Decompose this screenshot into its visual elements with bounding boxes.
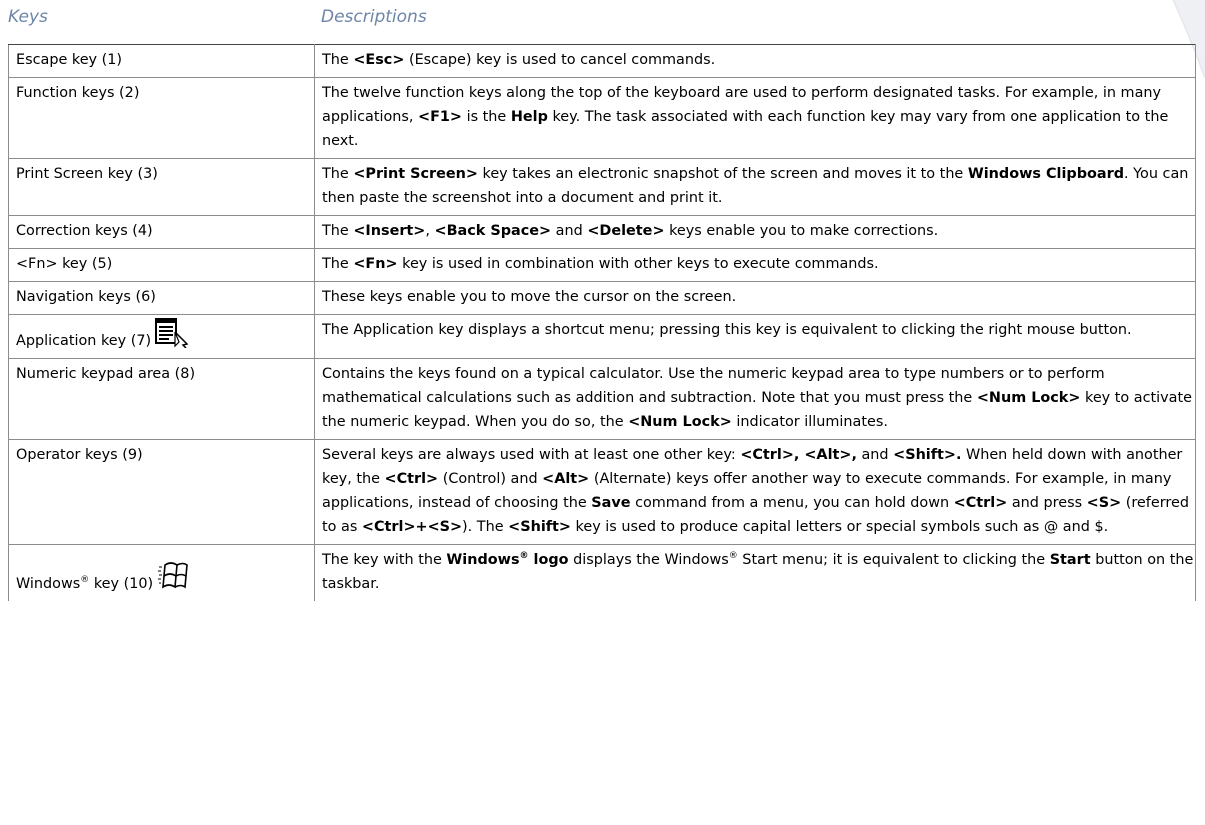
description-text: displays the Windows	[568, 552, 729, 568]
key-name: Correction keys (4)	[16, 223, 153, 239]
key-description-cell: The <Fn> key is used in combination with…	[314, 248, 1196, 282]
key-name: Windows	[16, 576, 81, 592]
description-text: The Application key displays a shortcut …	[322, 322, 1132, 338]
description-text: key takes an electronic snapshot of the …	[477, 166, 968, 182]
description-text: command from a menu, you can hold down	[630, 495, 954, 511]
description-text: The key with the	[322, 552, 447, 568]
windows-logo-icon	[158, 562, 188, 589]
bold-term: <S>	[1086, 495, 1122, 511]
key-name: Escape key (1)	[16, 52, 123, 68]
bold-term: <Delete>	[587, 223, 665, 239]
registered-mark: ®	[80, 575, 90, 586]
bold-term: <Print Screen>	[353, 166, 478, 182]
description-text: keys enable you to make corrections.	[664, 223, 939, 239]
table-row: Escape key (1) The <Esc> (Escape) key is …	[8, 44, 1196, 78]
key-name: Navigation keys (6)	[16, 289, 156, 305]
key-name: Function keys (2)	[16, 85, 140, 101]
table-row: Numeric keypad area (8) Contains the keys…	[8, 358, 1196, 440]
bold-term: <Esc>	[353, 52, 405, 68]
bold-term: <Ctrl>	[384, 471, 439, 487]
key-description-cell: These keys enable you to move the cursor…	[314, 281, 1196, 315]
description-text: The	[322, 52, 354, 68]
description-text: ). The	[462, 519, 509, 535]
key-name: Print Screen key (3)	[16, 166, 158, 182]
bold-term: <Num Lock>	[628, 414, 732, 430]
key-description-cell: Several keys are always used with at lea…	[314, 439, 1196, 545]
key-description-cell: The twelve function keys along the top o…	[314, 77, 1196, 159]
bold-term: Windows	[446, 552, 520, 568]
table-row: Print Screen key (3) The <Print Screen> k…	[8, 158, 1196, 216]
description-text: (Escape) key is used to cancel commands.	[404, 52, 716, 68]
description-text: The	[322, 166, 354, 182]
description-text: is the	[462, 109, 511, 125]
key-name: Application key (7)	[16, 333, 152, 349]
key-description-cell: The <Insert>, <Back Space> and <Delete> …	[314, 215, 1196, 249]
key-name-cell: Escape key (1)	[8, 44, 315, 78]
key-name-cell: Print Screen key (3)	[8, 158, 315, 216]
description-text: key is used in combination with other ke…	[397, 256, 879, 272]
bold-term: <Shift>.	[893, 447, 962, 463]
key-name-cell: Numeric keypad area (8)	[8, 358, 315, 440]
bold-term: <Shift>	[508, 519, 571, 535]
bold-term: <F1>	[418, 109, 462, 125]
description-text: The	[322, 256, 354, 272]
description-text: ®	[728, 551, 738, 562]
keys-table: Escape key (1) The <Esc> (Escape) key is …	[8, 44, 1196, 601]
bold-term: logo	[528, 552, 569, 568]
description-text: and press	[1007, 495, 1087, 511]
bold-term: <Ctrl>	[953, 495, 1008, 511]
bold-term: <Back Space>	[434, 223, 552, 239]
bold-term: <Ctrl>+<S>	[361, 519, 463, 535]
description-text: ,	[425, 223, 435, 239]
key-description-cell: The <Esc> (Escape) key is used to cancel…	[314, 44, 1196, 78]
bold-term: Save	[591, 495, 631, 511]
bold-term: Windows Clipboard	[967, 166, 1125, 182]
table-row: Operator keys (9) Several keys are always…	[8, 439, 1196, 545]
description-text: and	[551, 223, 588, 239]
bold-term: Start	[1049, 552, 1091, 568]
key-name-cell: Operator keys (9)	[8, 439, 315, 545]
table-row: Application key (7) The Application key d…	[8, 314, 1196, 359]
bold-term: <Num Lock>	[976, 390, 1081, 406]
bold-term: Help	[510, 109, 548, 125]
key-name: <Fn> key (5)	[16, 256, 113, 272]
description-text: The	[322, 223, 354, 239]
key-name: Operator keys (9)	[16, 447, 143, 463]
key-description-cell: The key with the Windows® logo displays …	[314, 544, 1196, 601]
table-row: Function keys (2) The twelve function key…	[8, 77, 1196, 159]
bold-term: <Fn>	[353, 256, 398, 272]
key-name-cell: <Fn> key (5)	[8, 248, 315, 282]
bold-term: <Alt>	[542, 471, 590, 487]
bold-term: <Insert>	[353, 223, 426, 239]
key-description-cell: The Application key displays a shortcut …	[314, 314, 1196, 359]
key-name-cell: Function keys (2)	[8, 77, 315, 159]
table-row: Windows® key (10) The key with the Window…	[8, 544, 1196, 601]
header-descriptions: Descriptions	[321, 7, 427, 27]
key-name-suffix: key (10)	[89, 576, 154, 592]
description-text: These keys enable you to move the cursor…	[322, 289, 737, 305]
table-row: Correction keys (4) The <Insert>, <Back S…	[8, 215, 1196, 249]
key-description-cell: Contains the keys found on a typical cal…	[314, 358, 1196, 440]
description-text: (Control) and	[438, 471, 543, 487]
table-row: Navigation keys (6) These keys enable you…	[8, 281, 1196, 315]
application-key-icon	[155, 318, 189, 348]
description-text: key is used to produce capital letters o…	[570, 519, 1109, 535]
description-text: Several keys are always used with at lea…	[322, 447, 741, 463]
description-text: indicator illuminates.	[731, 414, 888, 430]
key-name: Numeric keypad area (8)	[16, 366, 196, 382]
key-name-cell: Windows® key (10)	[8, 544, 315, 601]
key-name-cell: Navigation keys (6)	[8, 281, 315, 315]
description-text: Start menu; it is equivalent to clicking…	[737, 552, 1050, 568]
table-row: <Fn> key (5) The <Fn> key is used in comb…	[8, 248, 1196, 282]
table-header: Keys Descriptions	[8, 7, 1198, 33]
key-description-cell: The <Print Screen> key takes an electron…	[314, 158, 1196, 216]
bold-term: ®	[519, 551, 529, 562]
header-keys: Keys	[8, 7, 48, 27]
key-name-cell: Correction keys (4)	[8, 215, 315, 249]
bold-term: <Ctrl>, <Alt>,	[740, 447, 857, 463]
key-name-cell: Application key (7)	[8, 314, 315, 359]
description-text: and	[856, 447, 894, 463]
